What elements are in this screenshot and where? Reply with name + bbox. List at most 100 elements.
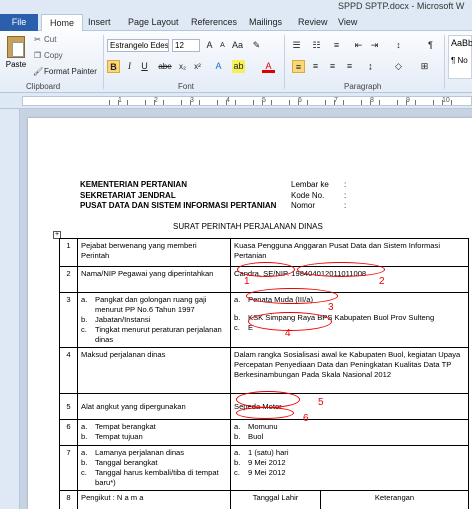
tab-file[interactable]: File: [0, 14, 38, 31]
ruler-tick: [163, 100, 164, 105]
tab-references[interactable]: References: [191, 14, 237, 31]
ruler-tick: [199, 100, 200, 105]
nomor-label: Nomor: [291, 201, 316, 210]
row-number: 4: [59, 347, 78, 394]
ribbon-tabs: File Home Insert Page Layout References …: [0, 14, 472, 32]
paste-button[interactable]: Paste: [3, 34, 29, 78]
annotation-oval: [236, 407, 294, 419]
row-number: 5: [59, 393, 78, 420]
align-left-icon[interactable]: ≡: [292, 60, 305, 73]
underline-button[interactable]: U: [138, 60, 151, 73]
ruler-number: 10: [442, 97, 450, 104]
group-divider: [103, 35, 104, 89]
ruler-tick: [307, 100, 308, 105]
row-number: 8: [59, 490, 78, 509]
style-normal[interactable]: AaBb ¶ No: [448, 35, 472, 79]
row-number: 7: [59, 445, 78, 491]
sppd-table: 1 Pejabat berwenang yang memberi Perinta…: [59, 238, 469, 509]
tab-insert[interactable]: Insert: [88, 14, 111, 31]
ruler-tick: [298, 100, 299, 105]
ruler-tick: [334, 100, 335, 105]
superscript-button[interactable]: x²: [191, 60, 204, 73]
format-painter-button[interactable]: 🖌Format Painter: [33, 67, 97, 76]
table-row: 6 a. Tempat berangkat b. Tempat tujuan a. M…: [59, 419, 469, 446]
ruler-tick: [253, 100, 254, 105]
align-center-icon[interactable]: ≡: [309, 60, 322, 73]
tab-mailings[interactable]: Mailings: [249, 14, 282, 31]
vertical-ruler[interactable]: [0, 109, 20, 509]
list-item: c. Tanggal harus kembali/tiba di tempat b…: [81, 468, 219, 487]
tab-page-layout[interactable]: Page Layout: [128, 14, 179, 31]
grow-font-icon[interactable]: A: [203, 39, 216, 52]
subscript-button[interactable]: x₂: [176, 60, 189, 73]
bullets-icon[interactable]: ☰: [290, 39, 303, 52]
row-label: Maksud perjalanan dinas: [77, 347, 231, 394]
decrease-indent-icon[interactable]: ⇤: [352, 39, 365, 52]
horizontal-ruler[interactable]: 1 2 3 4 5 6 7 8 9 10: [0, 93, 472, 109]
line-spacing-icon[interactable]: ↨: [364, 60, 377, 73]
header-line-2: SEKRETARIAT JENDRAL: [80, 191, 176, 200]
ruler-tick: [433, 100, 434, 105]
shading-icon[interactable]: ◇: [392, 60, 405, 73]
group-divider: [444, 35, 445, 89]
ruler-tick: [271, 100, 272, 105]
ruler-tick: [343, 100, 344, 105]
list-item: b. Tanggal berangkat: [81, 458, 158, 467]
ruler-tick: [289, 100, 290, 105]
brush-icon: 🖌: [33, 67, 44, 76]
justify-icon[interactable]: ≡: [343, 60, 356, 73]
column-header-keterangan: Keterangan: [320, 490, 469, 509]
align-right-icon[interactable]: ≡: [326, 60, 339, 73]
italic-button[interactable]: I: [123, 60, 136, 73]
list-item: a. Tempat berangkat: [81, 422, 156, 431]
annotation-number: 6: [303, 413, 309, 424]
ruler-tick: [190, 100, 191, 105]
change-case-icon[interactable]: Aa: [231, 39, 244, 52]
cut-button[interactable]: ✂ Cut: [33, 35, 56, 44]
ruler-tick: [181, 100, 182, 105]
ruler-tick: [217, 100, 218, 105]
annotation-number: 3: [328, 302, 334, 313]
clear-format-icon[interactable]: ✎: [250, 39, 263, 52]
ruler-tick: [118, 100, 119, 105]
paragraph-group-label: Paragraph: [344, 82, 382, 91]
font-size-combo[interactable]: 12: [172, 39, 200, 52]
numbering-icon[interactable]: ☷: [310, 39, 323, 52]
table-row: 4 Maksud perjalanan dinas Dalam rangka S…: [59, 347, 469, 394]
ruler-tick: [109, 100, 110, 105]
borders-icon[interactable]: ⊞: [418, 60, 431, 73]
annotation-number: 5: [318, 397, 324, 408]
annotation-number: 2: [379, 276, 385, 287]
tab-review[interactable]: Review: [298, 14, 328, 31]
annotation-oval: [237, 262, 295, 277]
header-line-3: PUSAT DATA DAN SISTEM INFORMASI PERTANIA…: [80, 201, 277, 210]
bold-button[interactable]: B: [107, 60, 120, 73]
tab-home[interactable]: Home: [41, 14, 84, 32]
title-bar: SPPD SPTP.docx - Microsoft W: [0, 0, 472, 14]
font-color-icon[interactable]: A: [262, 60, 275, 73]
row-number: 6: [59, 419, 78, 446]
list-item: b. Buol: [234, 432, 264, 441]
multilevel-list-icon[interactable]: ≡: [330, 39, 343, 52]
ruler-tick: [361, 100, 362, 105]
list-item: b. Jabatan/Instansi: [81, 315, 151, 324]
table-row: 7 a. Lamanya perjalanan dinas b. Tanggal b…: [59, 445, 469, 491]
pilcrow-icon[interactable]: ¶: [424, 39, 437, 52]
text-effects-icon[interactable]: A: [212, 60, 225, 73]
copy-button[interactable]: ❐ Copy: [33, 51, 63, 60]
tab-view[interactable]: View: [338, 14, 357, 31]
ruler-tick: [235, 100, 236, 105]
ruler-tick: [226, 100, 227, 105]
shrink-font-icon[interactable]: A: [216, 39, 229, 52]
row-label: Nama/NIP Pegawai yang diperintahkan: [77, 266, 231, 293]
increase-indent-icon[interactable]: ⇥: [368, 39, 381, 52]
highlight-icon[interactable]: ab: [232, 60, 245, 73]
header-line-1: KEMENTERIAN PERTANIAN: [80, 180, 187, 189]
strikethrough-button[interactable]: abe: [156, 60, 174, 73]
scissors-icon: ✂: [34, 35, 41, 44]
ribbon-home: Paste ✂ Cut ❐ Copy 🖌Format Painter Clipboa…: [0, 31, 472, 93]
ruler-tick: [145, 100, 146, 105]
font-name-combo[interactable]: Estrangelo Edes: [107, 39, 169, 52]
annotation-oval: [236, 391, 300, 408]
sort-icon[interactable]: ↕: [392, 39, 405, 52]
